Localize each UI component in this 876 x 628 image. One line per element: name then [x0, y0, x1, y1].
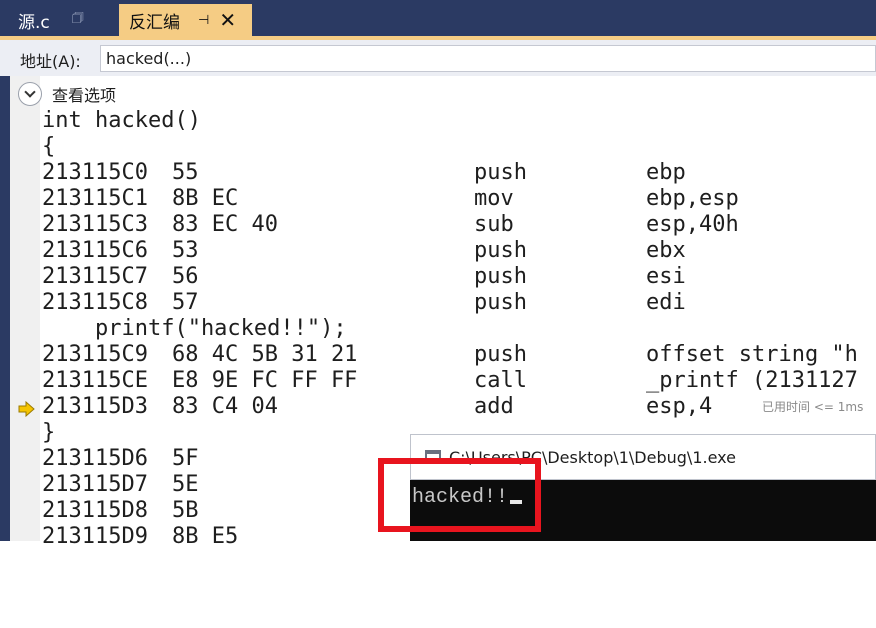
asm-opcode: add: [474, 394, 514, 419]
asm-address: 213115C9: [42, 342, 148, 367]
address-label: 地址(A):: [20, 52, 81, 71]
tab-source-label: 源.c: [18, 12, 50, 33]
asm-operands: ebp,esp: [646, 186, 739, 211]
asm-bytes: 5B: [172, 498, 199, 523]
asm-line[interactable]: 213115C1 8B EC mov ebp,esp: [42, 186, 876, 212]
asm-line-current[interactable]: 213115D3 83 C4 04 add esp,4 已用时间 <= 1ms: [42, 394, 876, 420]
asm-bytes: 55: [172, 160, 199, 185]
document-tab-bar: 源.c 🗇 反汇编 ⊣ ✕: [0, 0, 876, 36]
source-text: {: [42, 134, 56, 159]
asm-bytes: 5F: [172, 446, 199, 471]
asm-operands: _printf (2131127: [646, 368, 858, 393]
asm-address: 213115CE: [42, 368, 148, 393]
asm-address: 213115D3: [42, 394, 148, 419]
asm-opcode: mov: [474, 186, 514, 211]
asm-bytes: 83 C4 04: [172, 394, 278, 419]
asm-address: 213115D6: [42, 446, 148, 471]
asm-address: 213115C1: [42, 186, 148, 211]
tab-disassembly-label: 反汇编: [129, 12, 180, 33]
view-options-toggle[interactable]: 查看选项: [18, 82, 116, 106]
left-frame-strip: [0, 76, 10, 541]
source-text: printf("hacked!!");: [42, 316, 347, 341]
address-input[interactable]: hacked(...): [100, 45, 876, 72]
asm-operands: offset string "h: [646, 342, 858, 367]
pin-icon[interactable]: ⊣: [198, 13, 209, 28]
asm-bytes: 8B EC: [172, 186, 239, 211]
asm-bytes: 68 4C 5B 31 21: [172, 342, 358, 367]
asm-address: 213115C6: [42, 238, 148, 263]
asm-address: 213115C8: [42, 290, 148, 315]
view-options-label: 查看选项: [52, 86, 117, 105]
asm-line[interactable]: 213115C9 68 4C 5B 31 21 push offset stri…: [42, 342, 876, 368]
asm-line[interactable]: 213115C7 56 push esi: [42, 264, 876, 290]
asm-operands: esp,40h: [646, 212, 739, 237]
asm-operands: esp,4: [646, 394, 713, 419]
chevron-down-icon[interactable]: [18, 82, 42, 106]
address-toolbar: 地址(A): hacked(...): [0, 40, 876, 76]
asm-bytes: 83 EC 40: [172, 212, 278, 237]
asm-bytes: 5E: [172, 472, 199, 497]
source-text: int hacked(): [42, 108, 201, 133]
asm-bytes: 56: [172, 264, 199, 289]
pin-icon[interactable]: 🗇: [72, 9, 84, 31]
asm-address: 213115C7: [42, 264, 148, 289]
asm-address: 213115D8: [42, 498, 148, 523]
source-line: int hacked(): [42, 108, 876, 134]
asm-line[interactable]: 213115C0 55 push ebp: [42, 160, 876, 186]
asm-line[interactable]: 213115CE E8 9E FC FF FF call _printf (21…: [42, 368, 876, 394]
source-line: {: [42, 134, 876, 160]
current-instruction-arrow-icon: [18, 401, 35, 417]
tab-source-file[interactable]: 源.c 🗇: [6, 4, 116, 36]
asm-opcode: push: [474, 342, 527, 367]
red-highlight-box: [378, 458, 541, 532]
asm-opcode: push: [474, 264, 527, 289]
asm-operands: ebp: [646, 160, 686, 185]
asm-line[interactable]: 213115C8 57 push edi: [42, 290, 876, 316]
indicator-margin[interactable]: [10, 76, 40, 541]
asm-opcode: call: [474, 368, 527, 393]
tab-disassembly[interactable]: 反汇编 ⊣ ✕: [119, 4, 252, 36]
source-text: }: [42, 420, 56, 445]
asm-bytes: 53: [172, 238, 199, 263]
asm-operands: edi: [646, 290, 686, 315]
asm-bytes: E8 9E FC FF FF: [172, 368, 358, 393]
asm-operands: esi: [646, 264, 686, 289]
asm-opcode: push: [474, 238, 527, 263]
elapsed-time-perftip[interactable]: 已用时间 <= 1ms: [762, 400, 863, 414]
asm-line[interactable]: 213115C6 53 push ebx: [42, 238, 876, 264]
asm-address: 213115C3: [42, 212, 148, 237]
asm-operands: ebx: [646, 238, 686, 263]
asm-line[interactable]: 213115C3 83 EC 40 sub esp,40h: [42, 212, 876, 238]
asm-address: 213115D9: [42, 524, 148, 549]
close-icon[interactable]: ✕: [219, 10, 236, 30]
asm-address: 213115C0: [42, 160, 148, 185]
asm-opcode: push: [474, 290, 527, 315]
source-line: printf("hacked!!");: [42, 316, 876, 342]
asm-opcode: sub: [474, 212, 514, 237]
asm-address: 213115D7: [42, 472, 148, 497]
asm-bytes: 8B E5: [172, 524, 239, 549]
asm-opcode: push: [474, 160, 527, 185]
asm-bytes: 57: [172, 290, 199, 315]
